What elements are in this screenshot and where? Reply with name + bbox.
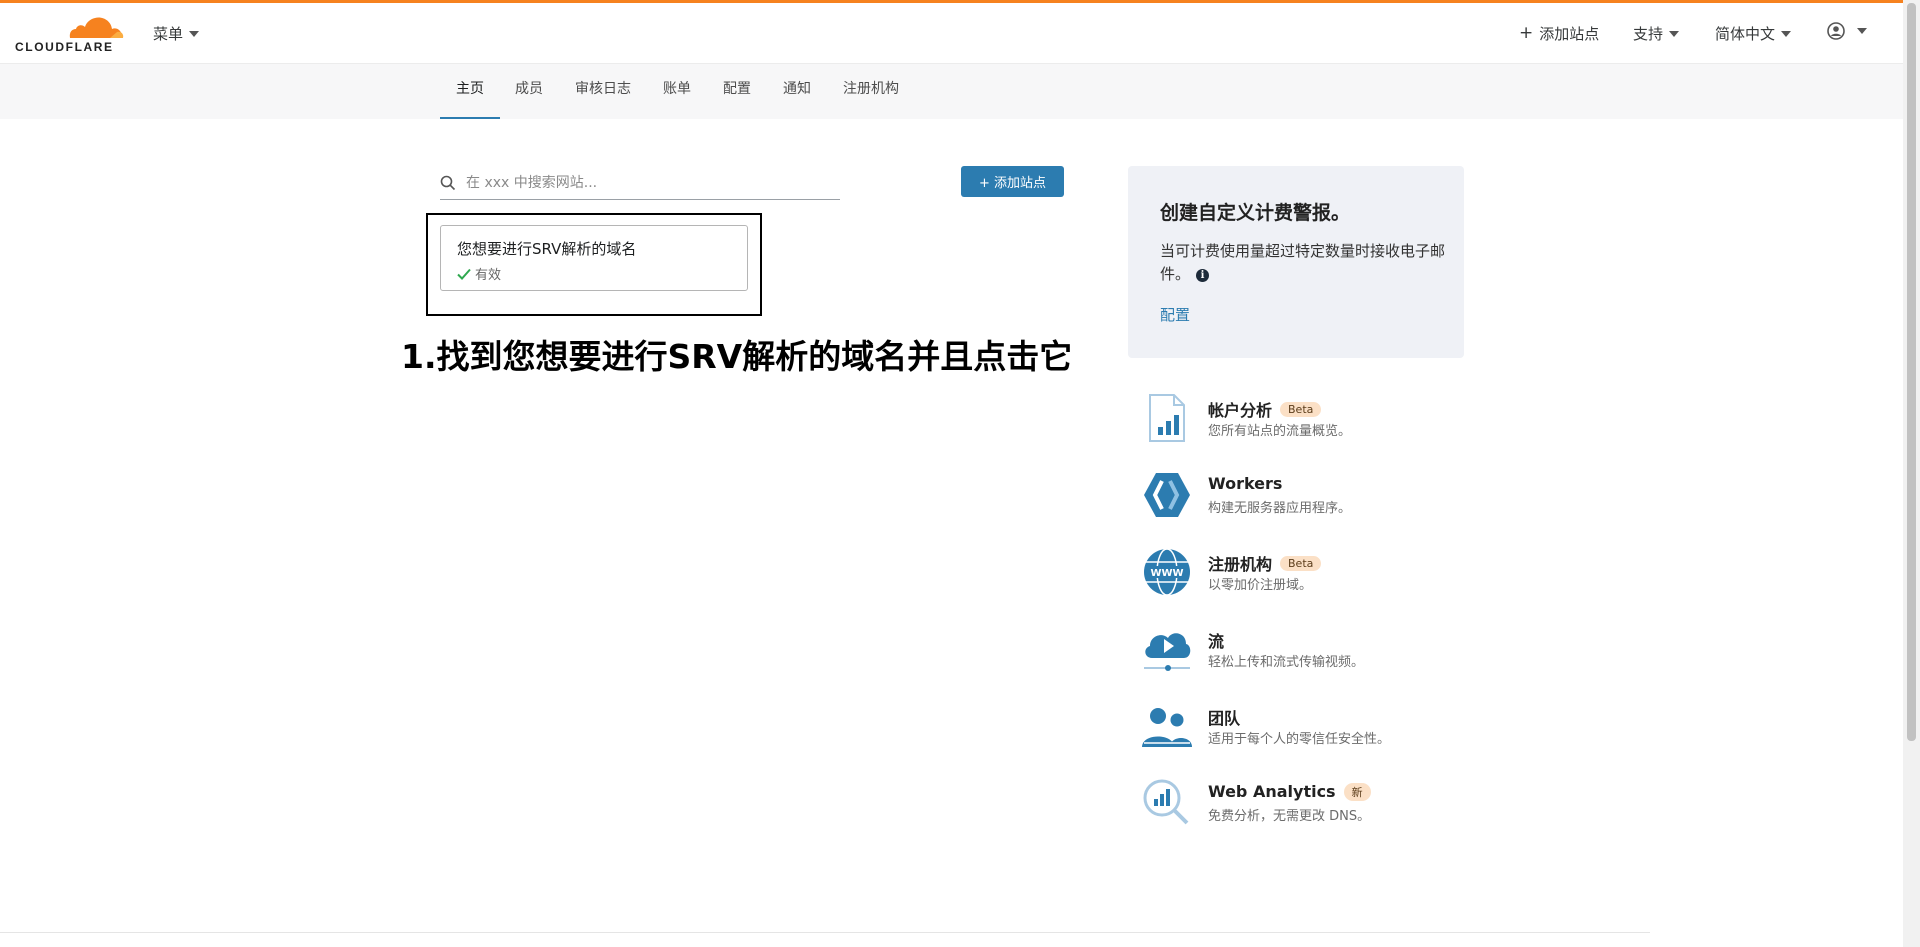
- product-title: 帐户分析 Beta: [1208, 397, 1322, 421]
- chevron-down-icon: [1669, 30, 1680, 37]
- product-title-text: 流: [1208, 632, 1225, 651]
- support-dropdown[interactable]: 支持: [1633, 23, 1680, 44]
- site-status: 有效: [457, 264, 501, 283]
- product-registrar[interactable]: WWW 注册机构 Beta 以零加价注册域。: [1140, 545, 1460, 605]
- site-domain-name: 您想要进行SRV解析的域名: [457, 240, 637, 258]
- stream-icon: [1144, 633, 1191, 671]
- product-stream[interactable]: 流 轻松上传和流式传输视频。: [1140, 622, 1460, 682]
- tab-members[interactable]: 成员: [499, 64, 559, 119]
- product-teams[interactable]: 团队 适用于每个人的零信任安全性。: [1140, 699, 1460, 759]
- search-input[interactable]: [464, 174, 828, 192]
- product-title: 流: [1208, 628, 1224, 652]
- product-title: 团队: [1208, 705, 1240, 729]
- tab-billing[interactable]: 账单: [647, 64, 707, 119]
- info-icon[interactable]: i: [1196, 269, 1210, 282]
- tab-home[interactable]: 主页: [440, 64, 500, 119]
- menu-dropdown[interactable]: 菜单: [153, 23, 200, 44]
- product-description: 适用于每个人的零信任安全性。: [1208, 732, 1391, 747]
- logo-text: CLOUDFLARE: [15, 40, 114, 54]
- language-dropdown[interactable]: 简体中文: [1715, 23, 1792, 44]
- workers-icon: [1144, 473, 1190, 517]
- teams-icon: [1142, 708, 1192, 747]
- beta-badge: Beta: [1280, 555, 1322, 571]
- product-description: 您所有站点的流量概览。: [1208, 424, 1352, 439]
- svg-text:WWW: WWW: [1150, 568, 1183, 579]
- product-description: 以零加价注册域。: [1208, 578, 1313, 593]
- header-add-site-button[interactable]: + 添加站点: [1519, 23, 1599, 44]
- footer-divider: [0, 932, 1650, 933]
- top-header: CLOUDFLARE 菜单 + 添加站点 支持 简体中文: [0, 3, 1903, 63]
- product-title-text: 团队: [1208, 709, 1241, 728]
- tab-configurations[interactable]: 配置: [707, 64, 767, 119]
- menu-label: 菜单: [153, 25, 184, 43]
- language-label: 简体中文: [1715, 25, 1776, 43]
- promo-title: 创建自定义计费警报。: [1160, 202, 1351, 224]
- checkmark-icon: [457, 268, 471, 280]
- product-description: 构建无服务器应用程序。: [1208, 501, 1352, 516]
- tab-notifications[interactable]: 通知: [767, 64, 827, 119]
- product-account-analytics[interactable]: 帐户分析 Beta 您所有站点的流量概览。: [1140, 391, 1460, 451]
- product-title-text: 注册机构: [1208, 555, 1273, 574]
- product-title-text: 帐户分析: [1208, 401, 1273, 420]
- cloud-icon: [69, 17, 124, 38]
- chevron-down-icon: [1781, 30, 1792, 37]
- user-avatar-icon: [1827, 22, 1845, 40]
- product-title-text: Web Analytics: [1208, 782, 1336, 801]
- product-title: Workers: [1208, 474, 1282, 493]
- support-label: 支持: [1633, 25, 1664, 43]
- promo-configure-link[interactable]: 配置: [1160, 304, 1190, 325]
- product-title: 注册机构 Beta: [1208, 551, 1322, 575]
- product-title-text: Workers: [1208, 474, 1283, 493]
- chevron-down-icon: [1857, 28, 1867, 34]
- billing-alert-promo: 创建自定义计费警报。 当可计费使用量超过特定数量时接收电子邮件。 i 配置: [1128, 166, 1464, 358]
- search-icon: [440, 175, 456, 191]
- add-site-button[interactable]: + 添加站点: [961, 166, 1064, 197]
- web-analytics-icon: [1143, 779, 1189, 825]
- globe-www-icon: WWW: [1144, 548, 1190, 596]
- scrollbar-thumb[interactable]: [1907, 3, 1916, 741]
- tab-registrar[interactable]: 注册机构: [827, 64, 915, 119]
- vertical-scrollbar[interactable]: [1903, 0, 1920, 947]
- user-account-dropdown[interactable]: [1827, 22, 1867, 40]
- account-nav-tabs: 主页 成员 审核日志 账单 配置 通知 注册机构: [0, 63, 1903, 119]
- chevron-down-icon: [189, 30, 200, 37]
- cloudflare-logo[interactable]: CLOUDFLARE: [15, 13, 125, 55]
- site-search: [440, 167, 840, 200]
- product-title: Web Analytics 新: [1208, 782, 1371, 801]
- beta-badge: Beta: [1280, 401, 1322, 417]
- plus-icon: +: [1519, 23, 1534, 43]
- product-description: 免费分析，无需更改 DNS。: [1208, 809, 1371, 824]
- tab-audit-log[interactable]: 审核日志: [559, 64, 647, 119]
- site-card[interactable]: 您想要进行SRV解析的域名 有效: [440, 225, 748, 291]
- instruction-annotation: 1.找到您想要进行SRV解析的域名并且点击它: [401, 337, 1073, 376]
- analytics-icon: [1149, 394, 1185, 442]
- new-badge: 新: [1343, 782, 1371, 801]
- product-workers[interactable]: Workers 构建无服务器应用程序。: [1140, 468, 1460, 528]
- site-status-label: 有效: [475, 268, 502, 283]
- product-web-analytics[interactable]: Web Analytics 新 免费分析，无需更改 DNS。: [1140, 776, 1460, 836]
- header-add-site-label: 添加站点: [1539, 25, 1600, 43]
- promo-text: 当可计费使用量超过特定数量时接收电子邮件。 i: [1160, 240, 1450, 286]
- product-description: 轻松上传和流式传输视频。: [1208, 655, 1365, 670]
